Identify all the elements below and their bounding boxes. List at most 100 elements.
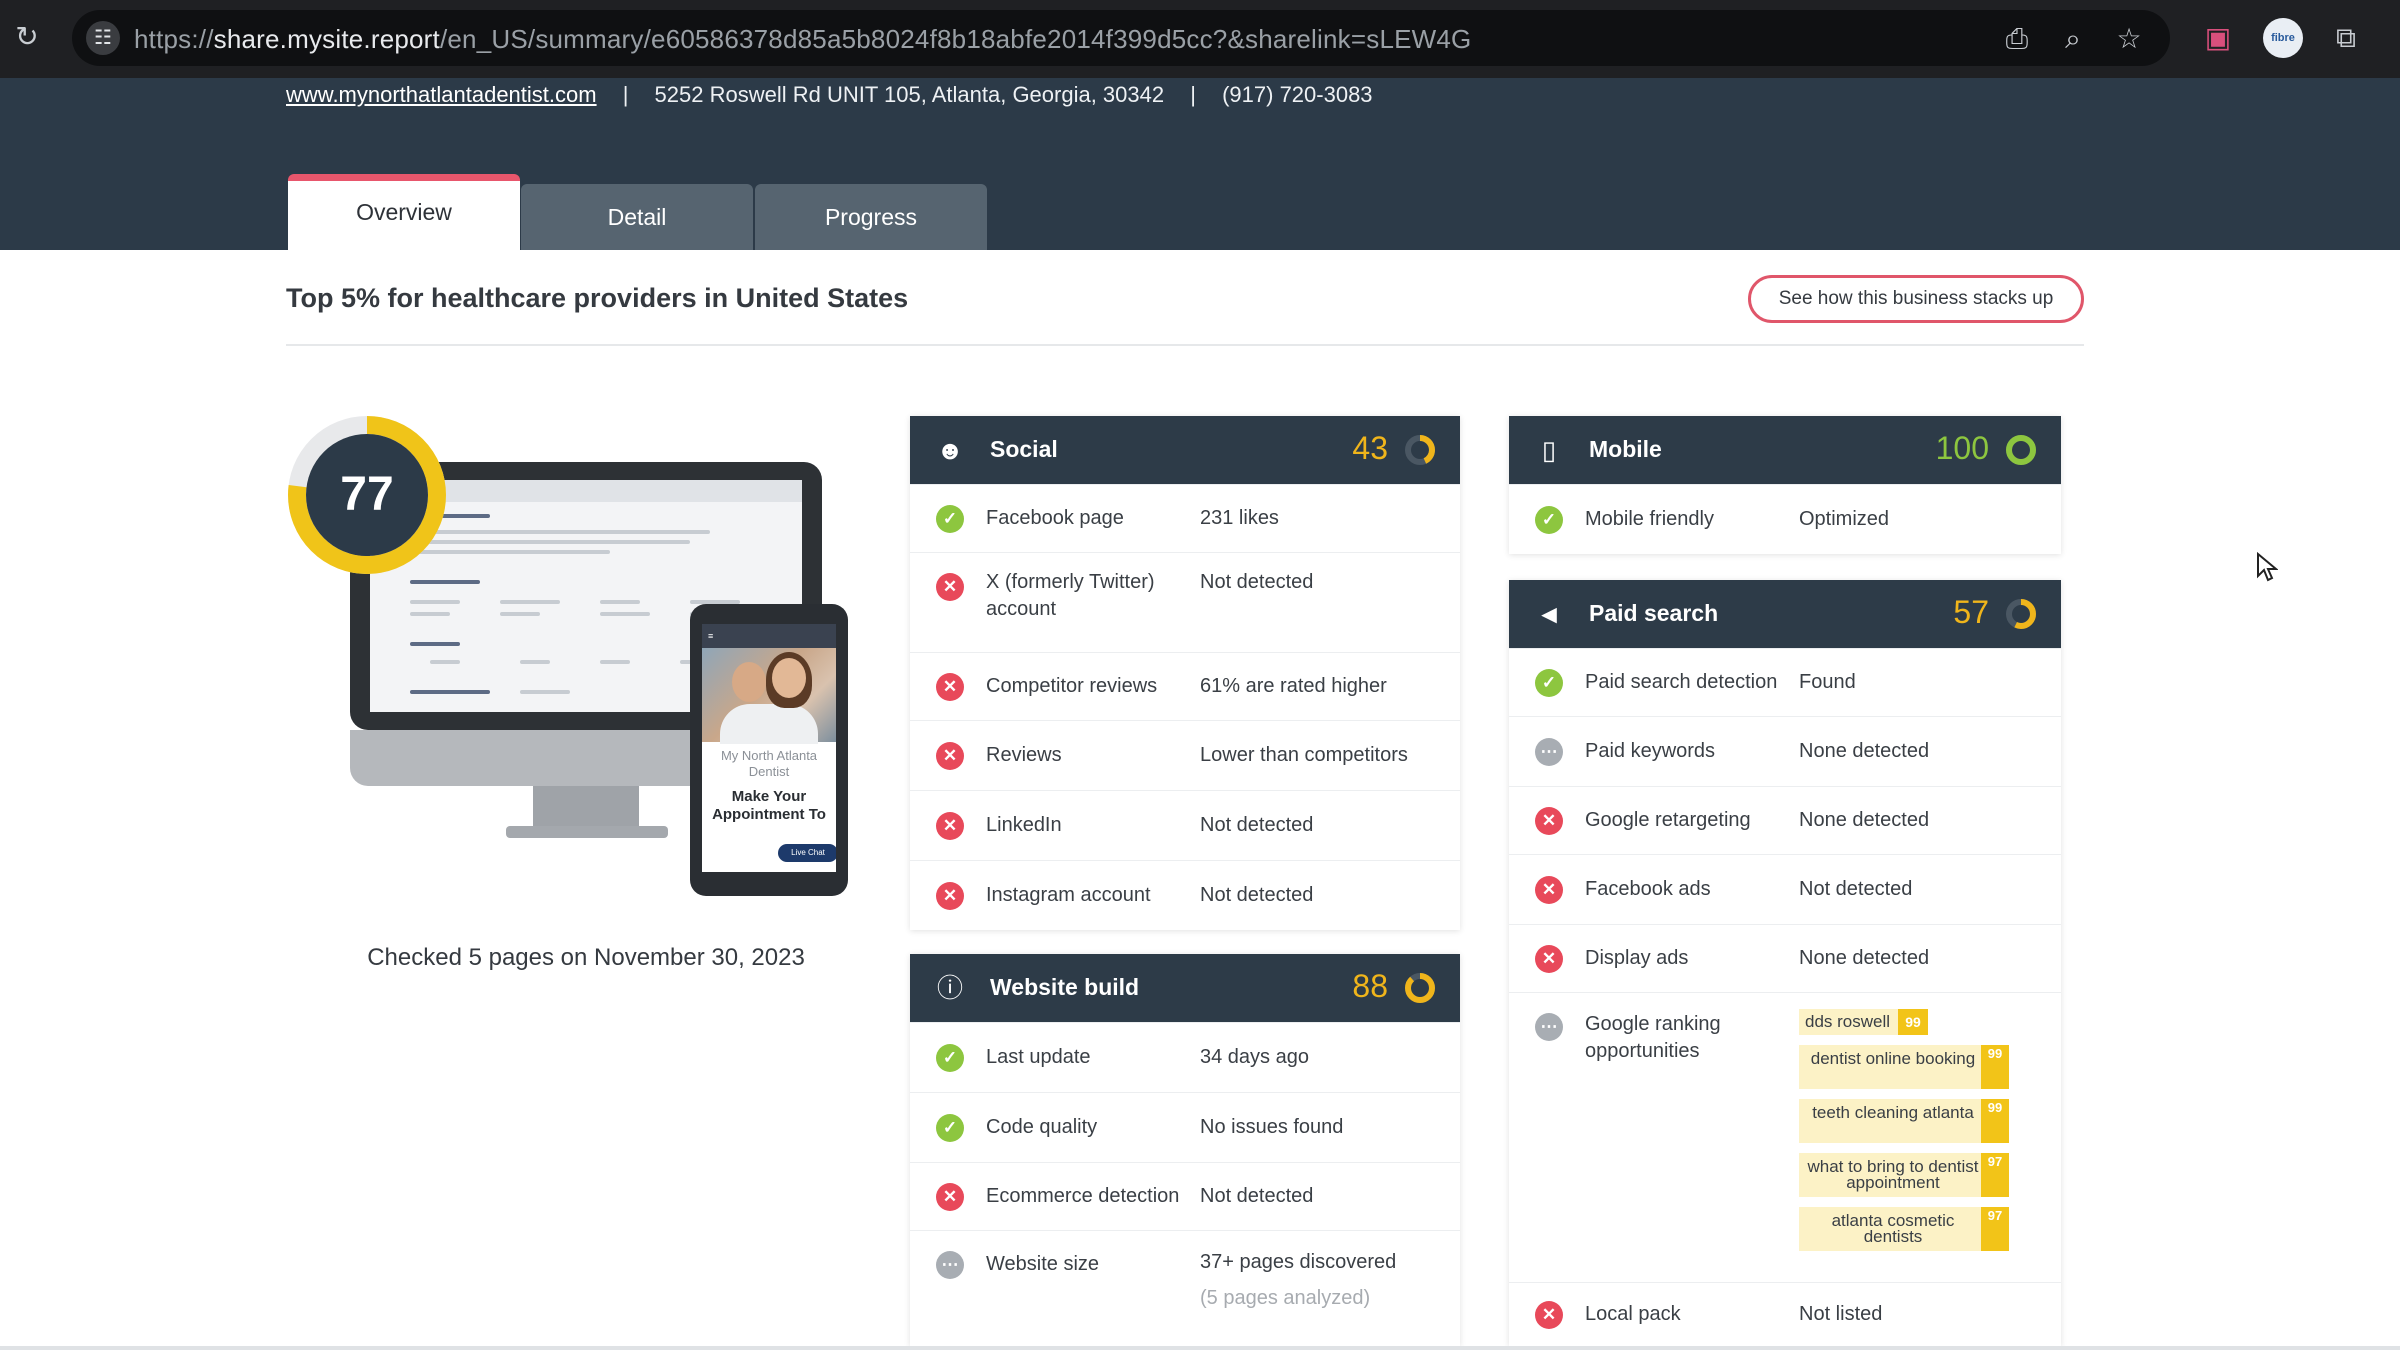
keyword-chip: what to bring to dentist appointment 97 (1799, 1153, 2009, 1197)
social-score-donut (1405, 435, 1435, 465)
keyword-text: atlanta cosmetic dentists (1831, 1211, 1955, 1246)
business-phone: (917) 720-3083 (1222, 82, 1373, 107)
check-icon: ✓ (936, 505, 964, 533)
rank-title: Top 5% for healthcare providers in Unite… (286, 283, 909, 313)
paid-row-facebook-ads: ✕ Facebook ads Not detected (1509, 854, 2061, 924)
separator: | (1190, 82, 1196, 107)
mobile-card-header[interactable]: ▯ Mobile 100 (1509, 416, 2061, 484)
row-label: Website size (986, 1253, 1100, 1275)
x-fail-icon: ✕ (1535, 876, 1563, 904)
row-value: Not detected (1200, 884, 1314, 906)
mobile-score: 100 (1935, 430, 1989, 466)
social-row-instagram: ✕ Instagram account Not detected (910, 860, 1460, 930)
check-icon: ✓ (1535, 506, 1563, 534)
check-icon: ✓ (1535, 669, 1563, 697)
check-icon: ✓ (936, 1044, 964, 1072)
social-card-header[interactable]: ☻ Social 43 (910, 416, 1460, 484)
mobile-title: Mobile (1589, 436, 1662, 462)
row-value: Not detected (1200, 1185, 1314, 1207)
keyword-text: dentist online booking (1810, 1049, 1976, 1068)
phone-menu-bar: ≡ (702, 624, 836, 648)
paid-search-card: ◄ Paid search 57 ✓ Paid search detection… (1509, 580, 2061, 1346)
row-label: LinkedIn (986, 814, 1062, 836)
profile-avatar[interactable]: fibre (2263, 18, 2303, 58)
social-row-competitor-reviews: ✕ Competitor reviews 61% are rated highe… (910, 652, 1460, 720)
keyword-rank-badge: 99 (1981, 1045, 2009, 1089)
row-value: 34 days ago (1200, 1046, 1309, 1068)
install-app-icon[interactable]: ⎙ (2000, 22, 2034, 56)
extensions-puzzle-icon[interactable]: ⧉ (2328, 20, 2364, 56)
website-build-card: ⓘ Website build 88 ✓ Last update 34 days… (910, 954, 1460, 1346)
row-value: No issues found (1200, 1116, 1344, 1138)
keyword-rank-badge: 99 (1981, 1099, 2009, 1143)
paid-row-detection: ✓ Paid search detection Found (1509, 648, 2061, 716)
extension-icon[interactable]: ▣ (2200, 20, 2236, 56)
row-label: Competitor reviews (986, 675, 1158, 697)
keyword-chip: teeth cleaning atlanta 99 (1799, 1099, 2009, 1143)
divider (286, 344, 2084, 346)
website-build-card-header[interactable]: ⓘ Website build 88 (910, 954, 1460, 1022)
row-label: Reviews (986, 744, 1062, 766)
row-value: None detected (1799, 947, 1930, 969)
keyword-rank-badge: 97 (1981, 1153, 2009, 1197)
social-title: Social (990, 436, 1058, 462)
row-value: Not listed (1799, 1303, 1883, 1325)
megaphone-icon: ◄ (1536, 599, 1562, 629)
check-icon: ✓ (936, 1114, 964, 1142)
keyword-chip: dds roswell 99 (1799, 1009, 1929, 1035)
social-card: ☻ Social 43 ✓ Facebook page 231 likes ✕ … (910, 416, 1460, 930)
mouse-cursor-icon (2257, 552, 2278, 582)
phone-chat-button: Live Chat (778, 844, 836, 862)
keyword-rank-badge: 99 (1898, 1009, 1929, 1035)
row-value: 231 likes (1200, 507, 1279, 529)
phone-mockup: ≡ My North Atlanta Dentist Make Your App… (690, 604, 848, 896)
stacks-up-button[interactable]: See how this business stacks up (1748, 275, 2084, 323)
row-value: None detected (1799, 809, 1930, 831)
row-label: Instagram account (986, 884, 1151, 906)
paid-search-score: 57 (1953, 594, 1989, 630)
paid-search-title: Paid search (1589, 600, 1719, 626)
keyword-chip: atlanta cosmetic dentists 97 (1799, 1207, 2009, 1251)
tab-detail[interactable]: Detail (521, 184, 753, 250)
site-settings-icon[interactable]: ☷ (86, 21, 120, 55)
build-row-ecommerce: ✕ Ecommerce detection Not detected (910, 1162, 1460, 1230)
more-dots-icon: ⋯ (1535, 738, 1563, 766)
business-contact: www.mynorthatlantadentist.com | 5252 Ros… (286, 82, 1373, 108)
x-fail-icon: ✕ (1535, 945, 1563, 973)
tab-progress[interactable]: Progress (755, 184, 987, 250)
row-label: Paid keywords (1585, 740, 1716, 762)
x-fail-icon: ✕ (1535, 807, 1563, 835)
tab-overview[interactable]: Overview (288, 174, 520, 250)
x-fail-icon: ✕ (936, 812, 964, 840)
zoom-icon[interactable]: ⌕ (2056, 22, 2090, 56)
website-build-score-donut (1405, 973, 1435, 1003)
mobile-card: ▯ Mobile 100 ✓ Mobile friendly Optimized (1509, 416, 2061, 554)
row-value: Not detected (1200, 571, 1314, 593)
x-fail-icon: ✕ (1535, 1301, 1563, 1329)
more-dots-icon: ⋯ (936, 1251, 964, 1279)
x-fail-icon: ✕ (936, 1183, 964, 1211)
website-link[interactable]: www.mynorthatlantadentist.com (286, 82, 597, 107)
business-address: 5252 Roswell Rd UNIT 105, Atlanta, Georg… (654, 82, 1165, 107)
reload-icon[interactable]: ↻ (10, 20, 44, 54)
row-label: Ecommerce detection (986, 1185, 1180, 1207)
bookmark-star-icon[interactable]: ☆ (2112, 22, 2146, 56)
social-score: 43 (1352, 430, 1388, 466)
info-icon: ⓘ (936, 973, 963, 1003)
url-text[interactable]: https://share.mysite.report/en_US/summar… (134, 24, 1471, 55)
build-row-code-quality: ✓ Code quality No issues found (910, 1092, 1460, 1162)
address-bar[interactable]: ☷ https://share.mysite.report/en_US/summ… (72, 10, 2170, 66)
row-label: Mobile friendly (1585, 508, 1714, 530)
url-path: /en_US/summary/e60586378d85a5b8024f8b18a… (439, 24, 1472, 54)
social-row-reviews: ✕ Reviews Lower than competitors (910, 720, 1460, 790)
monitor-base (506, 826, 668, 838)
mobile-row-friendly: ✓ Mobile friendly Optimized (1509, 484, 2061, 554)
website-build-title: Website build (990, 974, 1140, 1000)
social-row-facebook: ✓ Facebook page 231 likes (910, 484, 1460, 552)
paid-search-card-header[interactable]: ◄ Paid search 57 (1509, 580, 2061, 648)
row-label: Paid search detection (1585, 671, 1778, 693)
phone-heading: Make Your Appointment To (712, 788, 826, 823)
x-fail-icon: ✕ (936, 882, 964, 910)
row-value: Optimized (1799, 508, 1890, 530)
page-bottom-edge (0, 1346, 2400, 1350)
